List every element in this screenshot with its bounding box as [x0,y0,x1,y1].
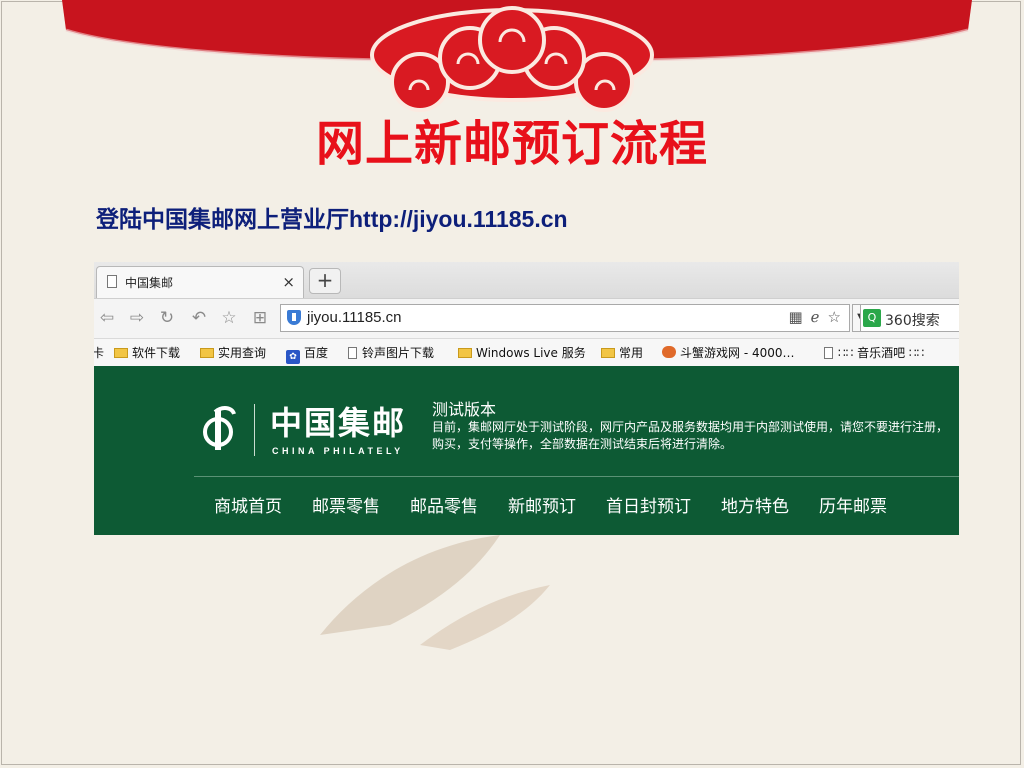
address-text: jiyou.11185.cn [307,309,402,326]
nav-item-past-stamps[interactable]: 历年邮票 [819,492,887,517]
reload-icon[interactable]: ↻ [156,307,178,329]
back-icon[interactable]: ⇦ [96,307,118,329]
folder-icon [114,348,128,358]
search-box[interactable]: Q 360搜索 [860,304,959,332]
bookmarks-bar: 卡 软件下载 实用查询 ✿百度 铃声图片下载 Windows Live 服务 常… [94,338,959,366]
bookmark-folder-tools[interactable]: 实用查询 [200,344,266,361]
test-notice-title: 测试版本 [432,400,497,419]
new-tab-button[interactable]: + [309,268,341,294]
crab-icon [662,346,676,358]
bookmark-star-icon[interactable]: ☆ [828,308,841,326]
search-engine-icon: Q [863,309,881,327]
bookmark-ringtones[interactable]: 铃声图片下载 [348,344,434,361]
slide-subtitle: 登陆中国集邮网上营业厅http://jiyou.11185.cn [96,206,568,232]
logo-english-name: CHINA PHILATELY [272,446,404,456]
nav-item-new-issue-order[interactable]: 新邮预订 [508,492,576,517]
bookmark-music-bar[interactable]: ∷∷ 音乐酒吧 ∷∷ [824,344,924,361]
browser-screenshot: 中国集邮 × + ⇦ ⇨ ↻ ↶ ☆ ⊞ jiyou.11185.cn ▦ ℯ ☆ … [94,262,959,535]
nav-item-local-specialties[interactable]: 地方特色 [721,492,789,517]
nav-item-first-day-cover-order[interactable]: 首日封预订 [606,492,691,517]
site-navigation: 商城首页 邮票零售 邮品零售 新邮预订 首日封预订 地方特色 历年邮票 [214,492,917,517]
background-ornament [320,535,550,650]
folder-icon [458,348,472,358]
search-engine-label: 360搜索 [885,313,940,329]
tab-strip: 中国集邮 × + [94,262,959,298]
website-header: 中国集邮 CHINA PHILATELY 测试版本 目前，集邮网厅处于测试阶段，… [94,366,959,535]
folder-icon [200,348,214,358]
tab-zhongguo-jiyou[interactable]: 中国集邮 × [96,266,304,298]
bookmark-folder-software[interactable]: 软件下载 [114,344,180,361]
folder-icon [601,348,615,358]
nav-item-mall-home[interactable]: 商城首页 [214,492,282,517]
address-bar[interactable]: jiyou.11185.cn ▦ ℯ ☆ [280,304,850,332]
tab-close-button[interactable]: × [282,273,295,291]
bookmark-folder-common[interactable]: 常用 [601,344,643,361]
bookmark-item[interactable]: 卡 [94,344,104,361]
nav-item-stamp-retail[interactable]: 邮票零售 [312,492,380,517]
security-shield-icon [287,310,301,325]
bookmark-baidu[interactable]: ✿ 百度 [286,344,328,364]
qr-code-icon[interactable]: ▦ [788,308,802,326]
slide-title: 网上新邮预订流程 [315,116,708,172]
china-philately-logo-icon[interactable] [198,404,238,454]
logo-divider [254,404,255,456]
undo-icon[interactable]: ↶ [188,307,210,329]
tab-title: 中国集邮 [125,276,174,290]
favorite-icon[interactable]: ☆ [218,307,240,329]
bookmark-folder-windows-live[interactable]: Windows Live 服务 [458,344,586,361]
grid-icon[interactable]: ⊞ [249,307,271,329]
nav-item-philatelic-retail[interactable]: 邮品零售 [410,492,478,517]
forward-icon[interactable]: ⇨ [126,307,148,329]
page-icon [348,347,357,359]
bookmark-game-site[interactable]: 斗蟹游戏网 - 4000… [662,344,795,361]
page-icon [107,275,117,288]
nav-divider [194,476,959,477]
ie-compat-icon[interactable]: ℯ [811,308,820,326]
test-notice-body: 目前，集邮网厅处于测试阶段，网厅内产品及服务数据均用于内部测试使用，请您不要进行… [432,420,949,451]
page-icon [824,347,833,359]
baidu-paw-icon: ✿ [286,350,300,364]
logo-chinese-name: 中国集邮 [270,404,407,442]
navigation-bar: ⇦ ⇨ ↻ ↶ ☆ ⊞ jiyou.11185.cn ▦ℯ☆ ▼ Q 360搜索 [94,298,959,338]
